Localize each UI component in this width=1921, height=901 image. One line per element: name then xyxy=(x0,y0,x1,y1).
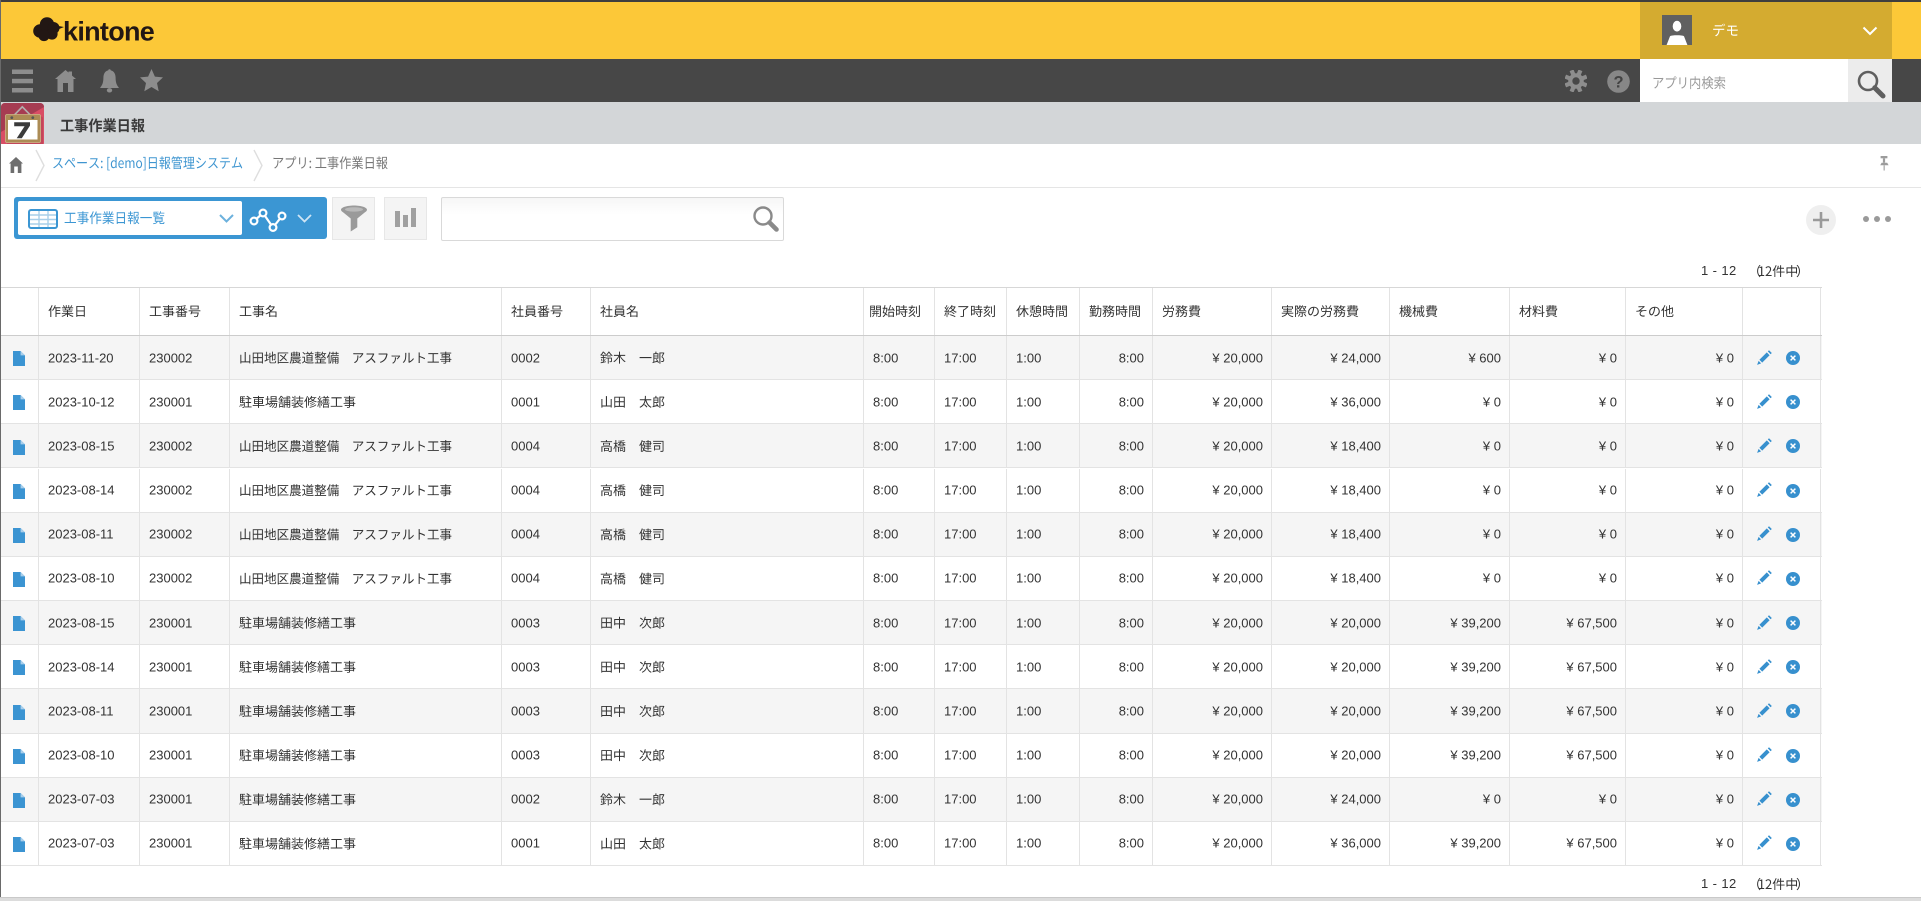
svg-text:kintone: kintone xyxy=(63,17,155,47)
svg-text:?: ? xyxy=(1613,73,1623,91)
